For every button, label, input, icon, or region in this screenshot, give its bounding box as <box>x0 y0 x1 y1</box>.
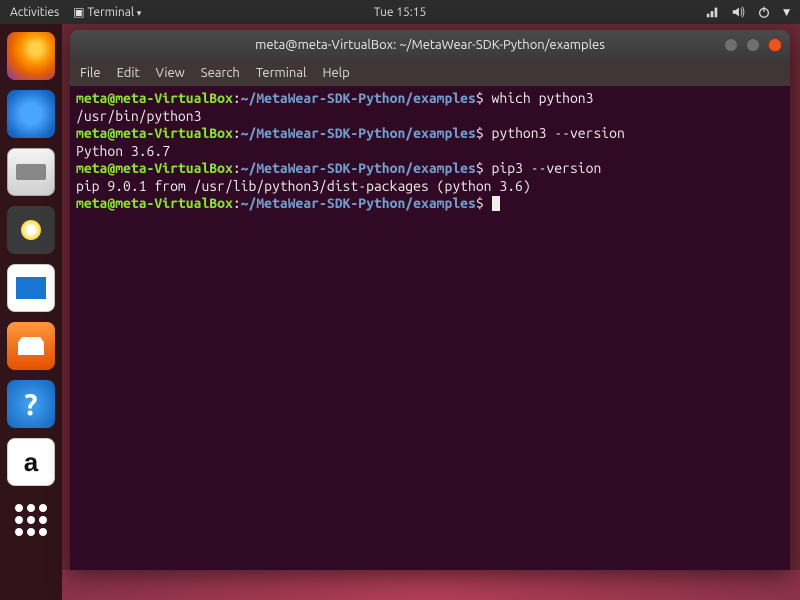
menu-help[interactable]: Help <box>322 66 349 80</box>
launcher-amazon[interactable]: a <box>7 438 55 486</box>
window-maximize-button[interactable] <box>746 38 760 52</box>
terminal-line: meta@meta-VirtualBox:~/MetaWear-SDK-Pyth… <box>76 160 784 178</box>
launcher-thunderbird[interactable] <box>7 90 55 138</box>
menu-edit[interactable]: Edit <box>117 66 140 80</box>
window-close-button[interactable] <box>768 38 782 52</box>
app-menu-terminal[interactable]: ▣ Terminal <box>73 5 141 19</box>
prompt-path: ~/MetaWear-SDK-Python/examples <box>241 160 476 176</box>
gnome-top-panel: Activities ▣ Terminal Tue 15:15 ▼ <box>0 0 800 24</box>
prompt-path: ~/MetaWear-SDK-Python/examples <box>241 195 476 211</box>
desktop-background-edge <box>62 570 800 600</box>
prompt-user-host: meta@meta-VirtualBox <box>76 160 233 176</box>
window-title: meta@meta-VirtualBox: ~/MetaWear-SDK-Pyt… <box>255 38 605 52</box>
command-text: which python3 <box>492 90 594 106</box>
terminal-line: meta@meta-VirtualBox:~/MetaWear-SDK-Pyth… <box>76 125 784 143</box>
prompt-path: ~/MetaWear-SDK-Python/examples <box>241 90 476 106</box>
launcher-rhythmbox[interactable] <box>7 206 55 254</box>
launcher-ubuntu-software[interactable] <box>7 322 55 370</box>
terminal-line: pip 9.0.1 from /usr/lib/python3/dist-pac… <box>76 178 784 196</box>
apps-grid-icon <box>15 504 47 536</box>
prompt-path: ~/MetaWear-SDK-Python/examples <box>241 125 476 141</box>
power-icon[interactable] <box>757 5 771 19</box>
command-text: python3 --version <box>492 125 625 141</box>
terminal-viewport[interactable]: meta@meta-VirtualBox:~/MetaWear-SDK-Pyth… <box>70 86 790 570</box>
launcher-libreoffice-writer[interactable] <box>7 264 55 312</box>
menu-terminal[interactable]: Terminal <box>256 66 307 80</box>
terminal-line: Python 3.6.7 <box>76 143 784 161</box>
menu-search[interactable]: Search <box>201 66 240 80</box>
menu-view[interactable]: View <box>156 66 185 80</box>
cursor <box>492 196 500 211</box>
window-titlebar[interactable]: meta@meta-VirtualBox: ~/MetaWear-SDK-Pyt… <box>70 30 790 60</box>
terminal-window: meta@meta-VirtualBox: ~/MetaWear-SDK-Pyt… <box>70 30 790 570</box>
prompt-user-host: meta@meta-VirtualBox <box>76 90 233 106</box>
activities-button[interactable]: Activities <box>10 6 59 19</box>
network-icon[interactable] <box>705 5 719 19</box>
window-minimize-button[interactable] <box>724 38 738 52</box>
launcher-firefox[interactable] <box>7 32 55 80</box>
terminal-icon: ▣ <box>73 6 84 19</box>
clock[interactable]: Tue 15:15 <box>374 6 427 19</box>
command-text: pip3 --version <box>492 160 602 176</box>
ubuntu-dock: ? a <box>0 24 62 600</box>
output-text: pip 9.0.1 from /usr/lib/python3/dist-pac… <box>76 178 531 194</box>
terminal-line: meta@meta-VirtualBox:~/MetaWear-SDK-Pyth… <box>76 195 784 213</box>
output-text: Python 3.6.7 <box>76 143 170 159</box>
output-text: /usr/bin/python3 <box>76 108 201 124</box>
system-menu-chevron-icon[interactable]: ▼ <box>783 7 790 18</box>
menu-file[interactable]: File <box>80 66 101 80</box>
prompt-user-host: meta@meta-VirtualBox <box>76 195 233 211</box>
terminal-menubar: File Edit View Search Terminal Help <box>70 60 790 86</box>
terminal-line: /usr/bin/python3 <box>76 108 784 126</box>
terminal-line: meta@meta-VirtualBox:~/MetaWear-SDK-Pyth… <box>76 90 784 108</box>
launcher-show-apps[interactable] <box>7 496 55 544</box>
prompt-user-host: meta@meta-VirtualBox <box>76 125 233 141</box>
volume-icon[interactable] <box>731 5 745 19</box>
launcher-help[interactable]: ? <box>7 380 55 428</box>
launcher-files[interactable] <box>7 148 55 196</box>
